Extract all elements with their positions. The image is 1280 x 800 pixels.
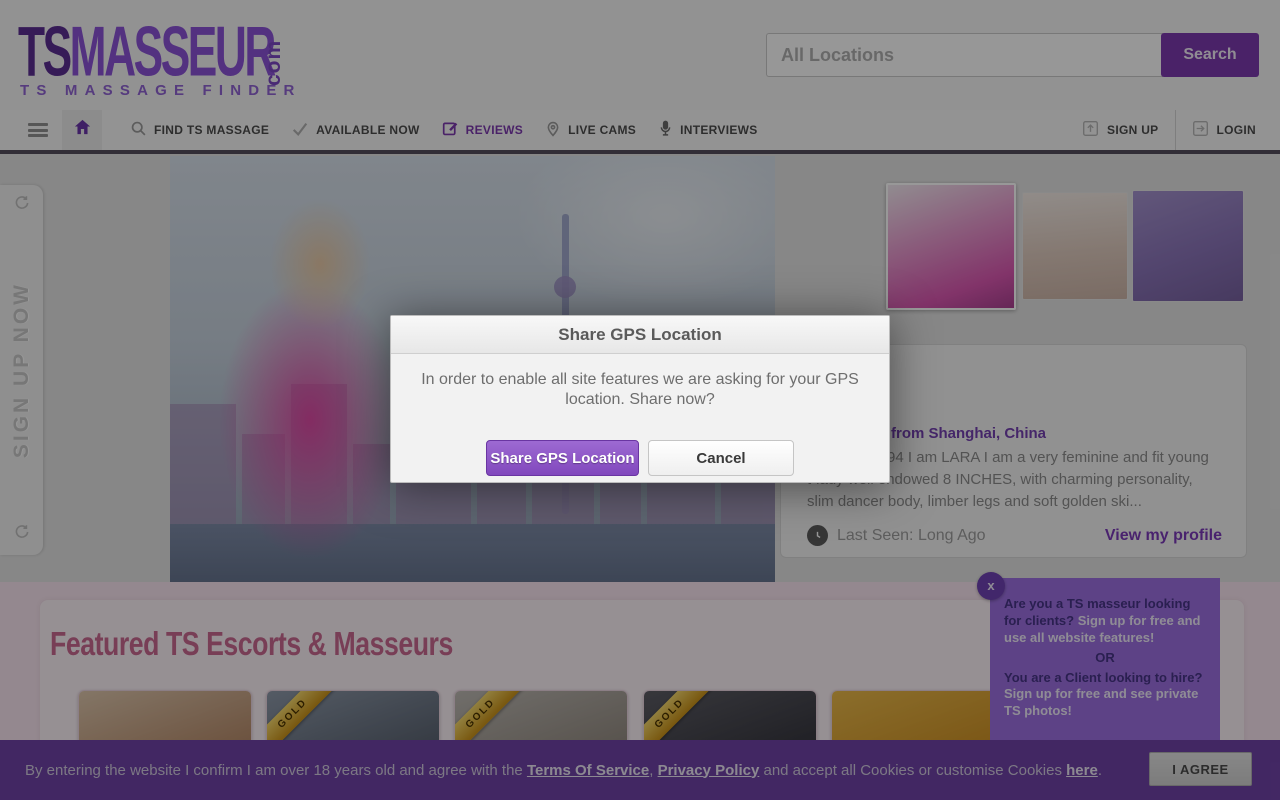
modal-body-text: In order to enable all site features we … [391,354,889,410]
page: TSMASSEUR com TS MASSAGE FINDER Search F… [0,0,1280,800]
modal-title: Share GPS Location [391,316,889,354]
cancel-button[interactable]: Cancel [648,440,794,476]
share-gps-location-button[interactable]: Share GPS Location [486,440,639,476]
share-gps-modal: Share GPS Location In order to enable al… [390,315,890,483]
modal-actions: Share GPS Location Cancel [391,440,889,476]
